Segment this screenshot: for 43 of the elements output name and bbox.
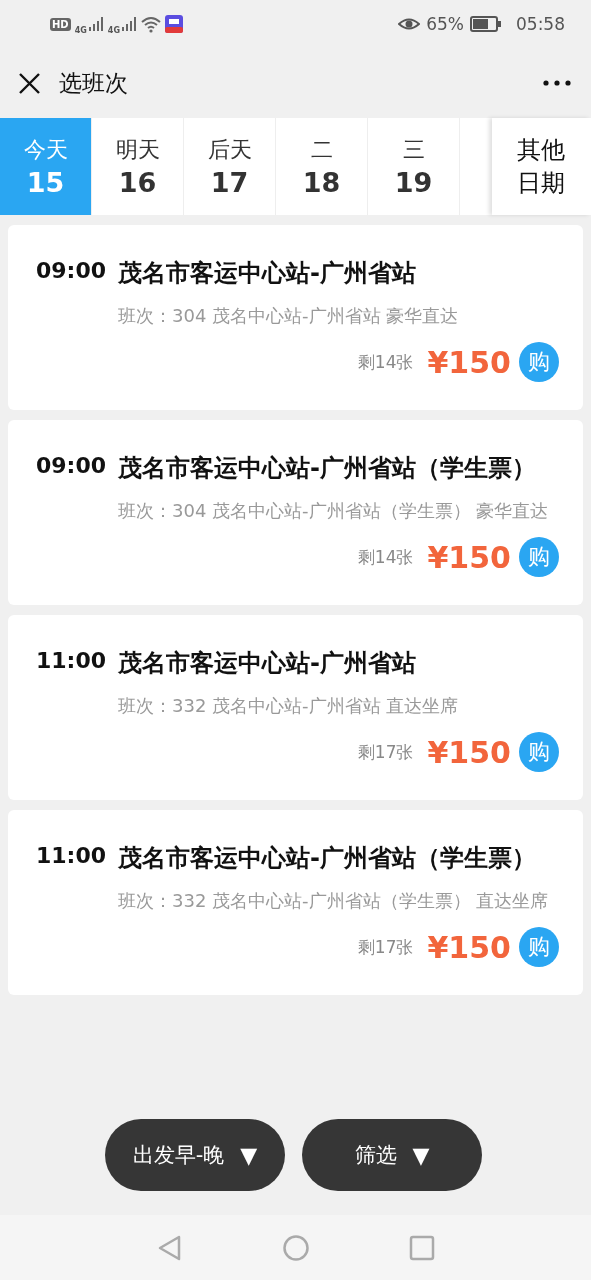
trip-detail: 班次：304 茂名中心站-广州省站 豪华直达 [118,304,460,328]
tickets-left: 剩14张 [357,350,414,374]
trip-card[interactable]: 11:00 茂名市客运中心站-广州省站 班次：332 茂名中心站-广州省站 直达坐席 剩17张 ¥150 购 [8,615,583,800]
route-name: 茂名市客运中心站-广州省站 [118,648,417,679]
tickets-left: 剩14张 [357,545,414,569]
price: ¥150 [427,539,511,575]
filter-button[interactable]: 筛选 ▼ [302,1119,482,1191]
route-name: 茂名市客运中心站-广州省站（学生票） [118,453,537,484]
clock: 05:58 [516,14,565,34]
trip-detail: 班次：304 茂名中心站-广州省站（学生票） 豪华直达 [118,499,550,523]
battery-icon [470,16,502,32]
recents-icon[interactable] [408,1234,435,1261]
price: ¥150 [427,734,511,770]
battery-percent: 65% [426,14,464,34]
route-name: 茂名市客运中心站-广州省站 [118,258,417,289]
network-type-label: 4G [74,25,87,35]
route-name: 茂名市客运中心站-广州省站（学生票） [118,843,537,874]
home-icon[interactable] [282,1234,309,1261]
signal-icon [87,16,104,32]
departure-time: 09:00 [36,257,108,285]
app-icon [164,15,183,33]
trip-detail: 班次：332 茂名中心站-广州省站 直达坐席 [118,694,460,718]
trip-card[interactable]: 09:00 茂名市客运中心站-广州省站（学生票） 班次：304 茂名中心站-广州省站（学生票） 豪华直达 剩14张 ¥150 购 [8,420,583,605]
tickets-left: 剩17张 [357,740,414,764]
back-icon[interactable] [156,1234,183,1261]
wifi-icon [140,15,161,33]
signal-icon [120,16,137,32]
departure-time: 11:00 [36,647,108,675]
trip-card[interactable]: 09:00 茂名市客运中心站-广州省站 班次：304 茂名中心站-广州省站 豪华直达 剩14张 ¥150 购 [8,225,583,410]
departure-time: 11:00 [36,842,108,870]
trip-detail: 班次：332 茂名中心站-广州省站（学生票） 直达坐席 [118,889,550,913]
departure-time: 09:00 [36,452,108,480]
other-dates-tab[interactable]: 其他日期 [492,118,591,215]
page-title: 选班次 [59,68,128,98]
filter-button[interactable]: 出发早-晚 ▼ [105,1119,285,1191]
network-type-label: 4G [107,25,120,35]
trip-card[interactable]: 11:00 茂名市客运中心站-广州省站（学生票） 班次：332 茂名中心站-广州省站（学生票） 直达坐席 剩17张 ¥150 购 [8,810,583,995]
hd-indicator: HD [50,17,71,31]
close-icon[interactable] [18,71,41,95]
tickets-left: 剩17张 [357,935,414,959]
more-icon[interactable] [543,80,571,86]
price: ¥150 [427,344,511,380]
price: ¥150 [427,929,511,965]
